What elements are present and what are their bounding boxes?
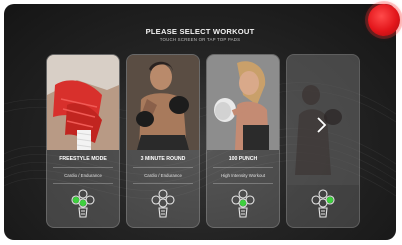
divider [53,167,113,168]
workout-name: 3 MINUTE ROUND [140,156,186,162]
record-button-icon[interactable] [368,4,400,36]
divider [53,183,113,184]
workout-type: Cardio / Endurance [144,173,182,178]
workout-photo-hands-wrapping [47,55,119,150]
divider [133,183,193,184]
app-screen: PLEASE SELECT WORKOUT TOUCH SCREEN OR TA… [4,4,396,240]
punch-bag-icon [231,189,255,218]
workout-photo-man-guard [127,55,199,150]
punch-bag-icon [151,189,175,218]
divider [133,167,193,168]
workout-type: High Intensity Workout [220,173,266,178]
page-title: PLEASE SELECT WORKOUT [145,27,255,36]
chevron-right-icon[interactable] [311,115,331,135]
punch-bag-icon [311,189,335,218]
workout-type: Cardio / Endurance [64,173,102,178]
divider [213,167,273,168]
workout-card-freestyle[interactable]: FREESTYLE MODE Cardio / Endurance [46,54,120,228]
punch-bag-icon [71,189,95,218]
workout-name: 100 PUNCH [228,156,258,162]
divider [213,183,273,184]
page-subtitle: TOUCH SCREEN OR TAP TOP PADS [159,37,241,42]
workout-photo-woman-boxer [207,55,279,150]
workout-name: FREESTYLE MODE [59,156,107,162]
workout-card-3-minute-round[interactable]: 3 MINUTE ROUND Cardio / Endurance [126,54,200,228]
workout-card-100-punch[interactable]: 100 PUNCH High Intensity Workout [206,54,280,228]
workout-card-next[interactable] [286,54,360,228]
